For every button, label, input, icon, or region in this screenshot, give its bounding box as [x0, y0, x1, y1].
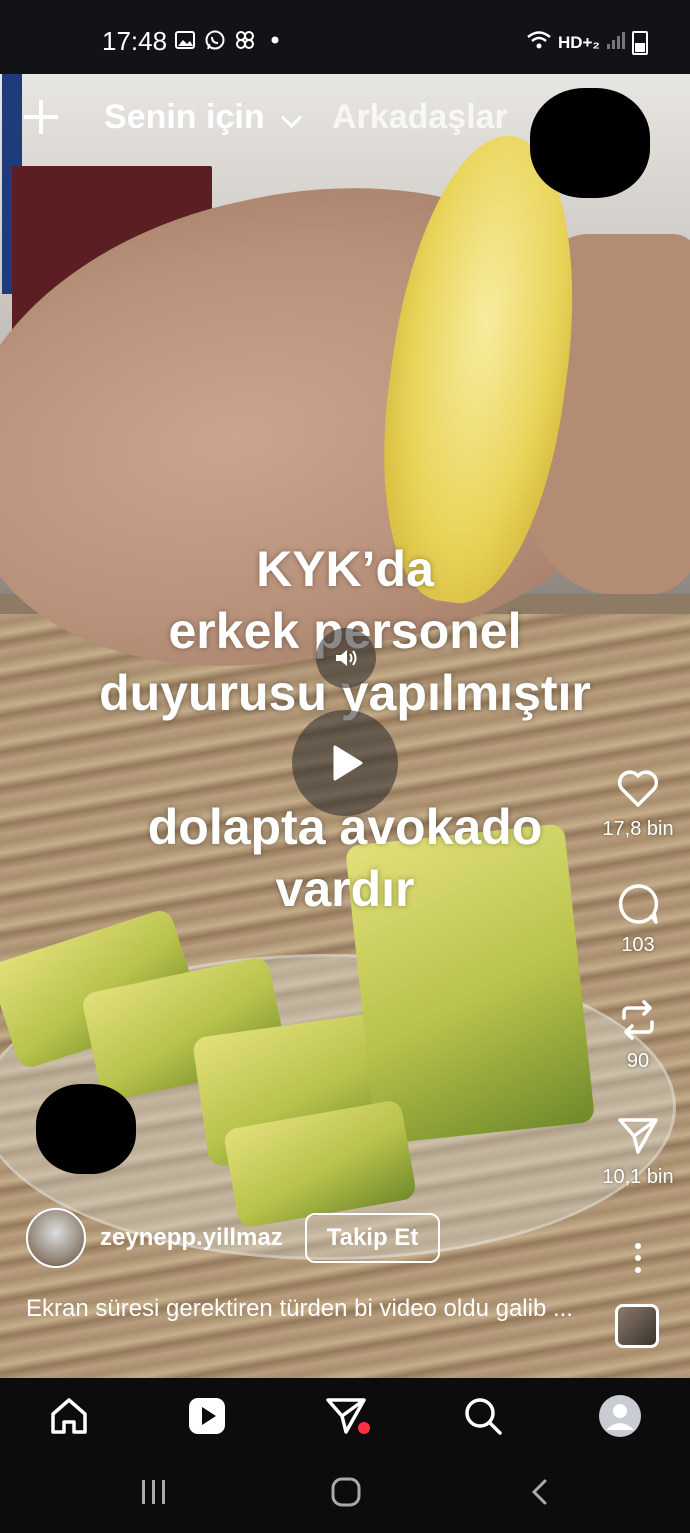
network-label: HD+₂ [557, 32, 600, 52]
dot-icon [264, 29, 286, 51]
status-icons [174, 29, 286, 51]
speaker-icon [336, 650, 357, 666]
status-time: 17:48 [102, 26, 168, 56]
reels-header: Senin için Arkadaşlar [0, 90, 690, 150]
repost-count: 90 [626, 1050, 650, 1072]
battery-icon [632, 30, 648, 55]
recent-apps-icon[interactable] [139, 1478, 169, 1506]
post-caption[interactable]: Ekran süresi gerektiren türden bi video … [26, 1292, 586, 1325]
like-action[interactable]: 17,8 bin [594, 764, 682, 841]
more-options[interactable] [594, 1234, 682, 1282]
author-row: zeynepp.yillmaz Takip Et [26, 1208, 441, 1268]
signal-icon [606, 30, 626, 55]
author-avatar[interactable] [26, 1208, 86, 1268]
play-button[interactable] [292, 710, 398, 816]
author-username[interactable]: zeynepp.yillmaz [100, 1224, 283, 1252]
tab-friends[interactable]: Arkadaşlar [332, 98, 508, 137]
send-icon[interactable] [614, 1112, 662, 1160]
reels-icon[interactable] [185, 1394, 229, 1438]
bottom-nav [0, 1378, 690, 1452]
chevron-down-icon[interactable] [280, 106, 303, 129]
wifi-icon [526, 30, 552, 55]
comment-action[interactable]: 103 [594, 880, 682, 957]
search-icon[interactable] [461, 1394, 505, 1438]
back-icon[interactable] [528, 1478, 552, 1506]
gallery-icon [174, 29, 196, 51]
home-system-icon[interactable] [330, 1476, 362, 1508]
like-count: 17,8 bin [602, 818, 674, 840]
status-right: HD+₂ [526, 30, 648, 55]
share-action[interactable]: 10,1 bin [594, 1112, 682, 1189]
more-vertical-icon[interactable] [614, 1234, 662, 1282]
pinwheel-icon [234, 29, 256, 51]
messages-button[interactable] [324, 1394, 370, 1438]
play-icon [333, 745, 363, 781]
home-icon[interactable] [47, 1394, 91, 1438]
heart-icon[interactable] [614, 764, 662, 812]
repost-icon[interactable] [614, 996, 662, 1044]
comment-icon[interactable] [614, 880, 662, 928]
comment-count: 103 [621, 934, 655, 956]
repost-action[interactable]: 90 [594, 996, 682, 1073]
audio-thumbnail[interactable] [615, 1304, 659, 1348]
tab-for-you[interactable]: Senin için [104, 98, 265, 137]
profile-icon[interactable] [598, 1394, 642, 1438]
notification-dot [358, 1422, 370, 1434]
create-plus-icon[interactable] [22, 98, 60, 136]
system-navigation-bar [0, 1452, 690, 1533]
share-count: 10,1 bin [602, 1166, 674, 1188]
redaction-mark [36, 1084, 136, 1174]
follow-button[interactable]: Takip Et [304, 1213, 441, 1263]
status-bar: 17:48 HD+₂ [0, 0, 690, 74]
whatsapp-icon [204, 29, 226, 51]
sound-toggle-button[interactable] [316, 628, 376, 688]
